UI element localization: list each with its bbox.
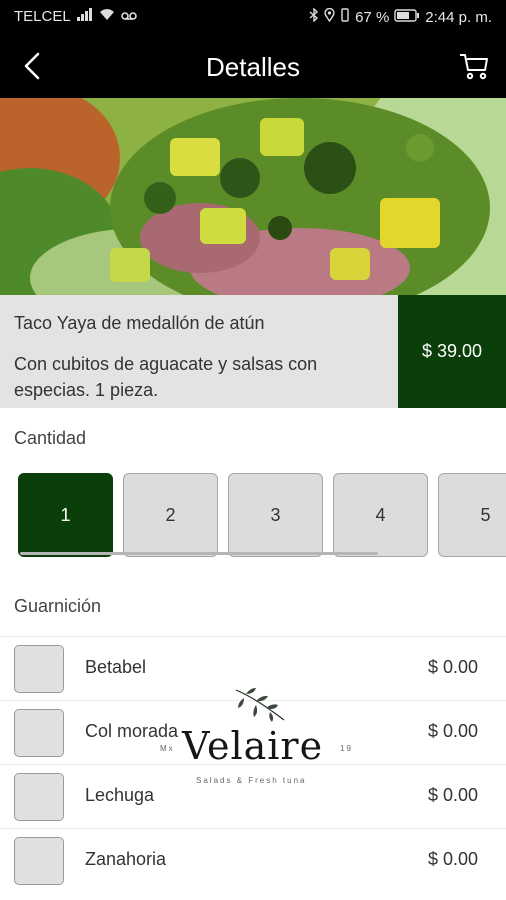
garnish-name: Col morada <box>85 721 179 741</box>
product-price: $ 39.00 <box>398 295 506 408</box>
location-icon <box>324 7 335 26</box>
garnish-price: $ 0.00 <box>427 849 478 869</box>
battery-percent: 67 % <box>355 8 390 26</box>
product-description: Con cubitos de aguacate y salsas con esp… <box>14 354 318 400</box>
garnish-label: Guarnición <box>14 596 102 616</box>
garnish-price: $ 0.00 <box>427 721 478 741</box>
wifi-icon <box>99 8 115 25</box>
quantity-selector: 1 2 3 4 5 <box>18 473 506 557</box>
garnish-checkbox[interactable] <box>14 837 64 885</box>
quantity-option-1[interactable]: 1 <box>18 473 113 557</box>
status-right: 67 % 2:44 p. m. <box>309 7 492 26</box>
battery-icon <box>394 8 420 26</box>
garnish-row-col-morada[interactable]: Col morada $ 0.00 <box>0 700 506 764</box>
quantity-option-5[interactable]: 5 <box>438 473 506 557</box>
garnish-name: Betabel <box>85 657 147 677</box>
garnish-row-betabel[interactable]: Betabel $ 0.00 <box>0 636 506 700</box>
quantity-option-3[interactable]: 3 <box>228 473 323 557</box>
status-bar: TELCEL 67 % 2:44 p. m. <box>0 0 506 34</box>
garnish-name: Zanahoria <box>85 849 167 869</box>
product-info: Taco Yaya de medallón de atún Con cubito… <box>0 295 506 408</box>
garnish-price: $ 0.00 <box>427 657 478 677</box>
vibrate-icon <box>340 8 350 26</box>
page-title: Detalles <box>206 52 300 82</box>
garnish-checkbox[interactable] <box>14 773 64 821</box>
status-left: TELCEL <box>14 8 137 25</box>
cart-icon <box>460 54 488 80</box>
garnish-checkbox[interactable] <box>14 645 64 693</box>
product-name: Taco Yaya de medallón de atún <box>14 313 265 333</box>
carrier-label: TELCEL <box>14 8 71 25</box>
quantity-scrollbar[interactable] <box>20 552 378 555</box>
quantity-option-4[interactable]: 4 <box>333 473 428 557</box>
voicemail-icon <box>120 9 137 25</box>
garnish-name: Lechuga <box>85 785 155 805</box>
quantity-label: Cantidad <box>14 428 87 448</box>
garnish-row-lechuga[interactable]: Lechuga $ 0.00 <box>0 764 506 828</box>
quantity-option-2[interactable]: 2 <box>123 473 218 557</box>
cart-button[interactable] <box>456 48 492 84</box>
product-image <box>0 98 506 295</box>
garnish-price: $ 0.00 <box>427 785 478 805</box>
clock: 2:44 p. m. <box>425 8 492 26</box>
signal-icon <box>76 8 93 25</box>
bluetooth-icon <box>309 7 319 26</box>
app-bar: Detalles <box>0 34 506 98</box>
garnish-row-zanahoria[interactable]: Zanahoria $ 0.00 <box>0 828 506 892</box>
garnish-checkbox[interactable] <box>14 709 64 757</box>
